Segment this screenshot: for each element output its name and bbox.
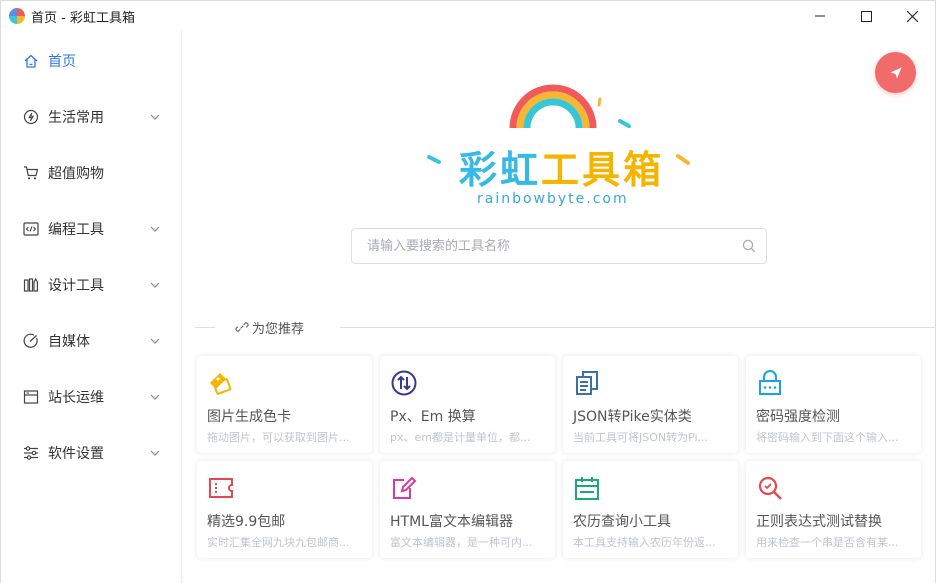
card-title: HTML富文本编辑器: [390, 514, 513, 530]
search-box: [351, 228, 767, 264]
sidebar-item-media[interactable]: 自媒体: [1, 321, 181, 361]
code-icon: [23, 222, 39, 236]
link-icon: [235, 322, 249, 332]
close-icon: [906, 10, 918, 22]
chevron-down-icon: [150, 394, 160, 400]
convert-icon: [391, 370, 417, 396]
tool-card[interactable]: 精选9.9包邮 实时汇集全网九块九包邮商...: [197, 461, 372, 558]
sidebar-item-home[interactable]: 首页: [1, 41, 181, 81]
sidebar-item-programming[interactable]: 编程工具: [1, 209, 181, 249]
app-logo-icon: [9, 8, 25, 24]
send-icon: [890, 67, 901, 78]
maximize-icon: [860, 10, 872, 22]
tool-card[interactable]: 正则表达式测试替换 用来检查一个串是否含有某...: [746, 461, 921, 558]
maximize-button[interactable]: [843, 1, 889, 31]
chevron-down-icon: [150, 450, 160, 456]
lock-icon: [759, 370, 781, 395]
card-desc: 用来检查一个串是否含有某...: [756, 536, 899, 549]
tool-card[interactable]: 密码强度检测 将密码输入到下面这个输入...: [746, 356, 921, 453]
feedback-button[interactable]: [875, 52, 916, 93]
sliders-icon: [24, 446, 38, 460]
recommend-label: 为您推荐: [252, 322, 305, 337]
card-title: Px、Em 换算: [390, 409, 476, 425]
sidebar-item-label: 软件设置: [48, 446, 104, 462]
card-desc: 本工具支持输入农历年份返...: [573, 536, 716, 549]
tool-card[interactable]: 图片生成色卡 拖动图片，可以获取到图片...: [197, 356, 372, 453]
logo-char: 箱: [623, 148, 665, 192]
calendar-icon: [575, 477, 599, 500]
chevron-down-icon: [150, 338, 160, 344]
media-icon: [23, 333, 38, 348]
minimize-icon: [815, 15, 825, 17]
sidebar-item-shopping[interactable]: 超值购物: [1, 153, 181, 193]
sidebar-item-settings[interactable]: 软件设置: [1, 433, 181, 473]
design-icon: [23, 277, 38, 292]
card-desc: 富文本编辑器，是一种可内...: [390, 536, 533, 549]
sidebar-item-label: 自媒体: [48, 334, 90, 350]
divider-line: [195, 327, 215, 328]
divider-line: [340, 327, 936, 328]
cart-icon: [24, 166, 39, 180]
search-icon[interactable]: [742, 239, 756, 253]
minimize-button[interactable]: [797, 1, 843, 31]
card-desc: px、em都是计量单位，都...: [390, 431, 531, 444]
fire-icon: [23, 109, 39, 125]
sidebar-item-life[interactable]: 生活常用: [1, 97, 181, 137]
card-title: JSON转Pike实体类: [573, 409, 692, 425]
app-logo: 彩虹工具箱 rainbowbyte.com: [413, 81, 703, 211]
sidebar: 首页 生活常用 超值购物 编程工具 设计工具 自媒体 站长运维 软件设置: [1, 31, 182, 583]
card-desc: 将密码输入到下面这个输入...: [756, 431, 899, 444]
sidebar-item-label: 编程工具: [48, 222, 104, 238]
window-controls: [797, 1, 935, 31]
search-input[interactable]: [352, 229, 732, 263]
logo-subtitle: rainbowbyte.com: [477, 191, 629, 207]
tool-card[interactable]: Px、Em 换算 px、em都是计量单位，都...: [380, 356, 555, 453]
color-card-icon: [210, 373, 232, 395]
tool-card[interactable]: 农历查询小工具 本工具支持输入农历年份返...: [563, 461, 738, 558]
chevron-down-icon: [150, 226, 160, 232]
app-window: 首页 - 彩虹工具箱 首页 生活常用 超值购物 编程工具 设计工具 自媒体 站长…: [0, 0, 936, 583]
card-title: 密码强度检测: [756, 409, 840, 425]
server-icon: [23, 390, 39, 404]
tool-card[interactable]: JSON转Pike实体类 当前工具可将JSON转为Pi...: [563, 356, 738, 453]
logo-char: 工: [541, 148, 583, 192]
logo-wordmark: 彩虹工具箱: [459, 139, 664, 194]
home-icon: [24, 54, 38, 68]
tool-card[interactable]: HTML富文本编辑器 富文本编辑器，是一种可内...: [380, 461, 555, 558]
card-title: 农历查询小工具: [573, 514, 671, 530]
sidebar-item-design[interactable]: 设计工具: [1, 265, 181, 305]
sidebar-item-label: 生活常用: [48, 110, 104, 126]
chevron-down-icon: [150, 282, 160, 288]
title-bar: 首页 - 彩虹工具箱: [1, 1, 935, 31]
card-desc: 拖动图片，可以获取到图片...: [207, 431, 350, 444]
sidebar-item-label: 超值购物: [48, 166, 104, 182]
card-desc: 实时汇集全网九块九包邮商...: [207, 536, 350, 549]
logo-char: 虹: [500, 148, 542, 192]
logo-char: 彩: [459, 148, 501, 192]
close-button[interactable]: [889, 1, 935, 31]
copy-icon: [576, 371, 598, 395]
edit-icon: [393, 476, 417, 499]
ticket-icon: [209, 478, 233, 498]
card-title: 正则表达式测试替换: [756, 514, 882, 530]
card-title: 图片生成色卡: [207, 409, 291, 425]
window-title: 首页 - 彩虹工具箱: [31, 10, 135, 26]
main-content: 彩虹工具箱 rainbowbyte.com 为您推荐 图片生成色卡 拖动图片，可…: [183, 31, 936, 583]
sidebar-item-label: 设计工具: [48, 278, 104, 294]
sidebar-item-label: 首页: [48, 54, 76, 70]
regex-search-icon: [758, 476, 782, 500]
sidebar-item-label: 站长运维: [48, 390, 104, 406]
logo-char: 具: [582, 148, 624, 192]
card-title: 精选9.9包邮: [207, 514, 286, 530]
chevron-down-icon: [150, 114, 160, 120]
recommend-divider: 为您推荐: [195, 317, 936, 337]
card-desc: 当前工具可将JSON转为Pi...: [573, 431, 709, 444]
sidebar-item-webmaster[interactable]: 站长运维: [1, 377, 181, 417]
